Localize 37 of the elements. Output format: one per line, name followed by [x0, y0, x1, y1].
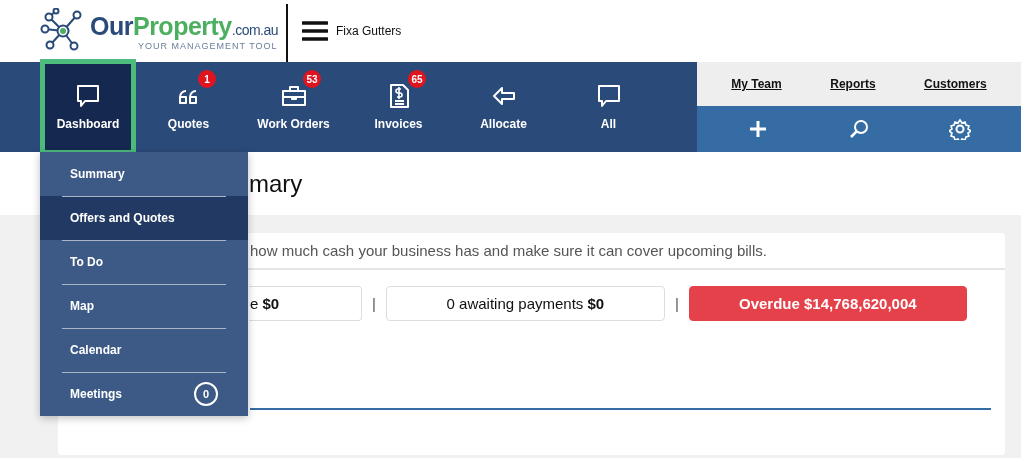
overdue-summary: Overdue $14,768,620,004 [688, 286, 967, 321]
search-icon [848, 118, 870, 140]
page-title: mary [249, 169, 303, 198]
nav-tab[interactable]: All [556, 62, 661, 152]
notification-badge: 65 [408, 70, 426, 88]
separator: | [372, 295, 376, 312]
nav-tab[interactable]: Dashboard [40, 59, 136, 155]
count-badge: 0 [194, 382, 218, 406]
company-name: Fixa Gutters [336, 24, 402, 38]
menu-item[interactable]: Summary [40, 152, 248, 196]
stat-summary: e $0 [249, 286, 362, 321]
card-description: how much cash your business has and make sure it can cover upcoming bills. [250, 242, 767, 259]
nav-tab[interactable]: Quotes 1 [136, 62, 241, 152]
nav-tab[interactable]: Invoices 65 [346, 62, 451, 152]
nav-tab[interactable]: Work Orders 53 [241, 62, 346, 152]
logo-tagline: YOUR MANAGEMENT TOOL [138, 40, 279, 51]
nav-link[interactable]: Reports [830, 77, 876, 91]
notification-badge: 53 [303, 70, 321, 88]
settings-icon [949, 118, 972, 140]
nav-link[interactable]: Customers [924, 77, 987, 91]
nav-tab[interactable]: Allocate [451, 62, 556, 152]
nav-link[interactable]: My Team [731, 77, 782, 91]
menu-item[interactable]: Offers and Quotes [40, 196, 248, 240]
search-button[interactable] [848, 118, 870, 140]
menu-item[interactable]: Map [40, 284, 248, 328]
speech-bubble-icon [75, 83, 101, 109]
stat-summary: 0 awaiting payments $0 [385, 286, 665, 321]
settings-button[interactable] [949, 118, 972, 140]
briefcase-icon [280, 83, 307, 109]
menu-item[interactable]: To Do [40, 240, 248, 284]
menu-item[interactable]: Meetings 0 [40, 372, 248, 416]
menu-item[interactable]: Calendar [40, 328, 248, 372]
speech-bubble-icon [595, 83, 622, 109]
logo-wordmark: OurProperty.com.au [90, 11, 279, 41]
separator: | [674, 295, 679, 312]
menu-icon[interactable] [302, 21, 328, 41]
notification-badge: 1 [198, 70, 216, 88]
